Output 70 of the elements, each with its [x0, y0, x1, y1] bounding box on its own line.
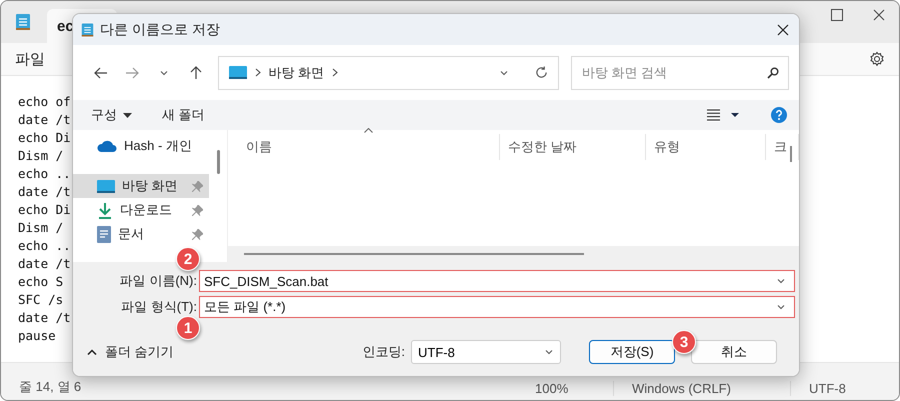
file-type-dropdown[interactable]: 모든 파일 (*.*) — [199, 296, 795, 318]
code-line: date /t — [18, 183, 71, 201]
forward-arrow-icon[interactable] — [125, 66, 140, 78]
code-line: echo of — [18, 93, 71, 111]
code-line: pause — [18, 327, 56, 345]
nav-item[interactable]: 바탕 화면 — [73, 174, 210, 198]
back-arrow-icon[interactable] — [94, 66, 108, 78]
notepad-icon — [15, 13, 31, 31]
field-label: 파일 이름(N): — [118, 272, 198, 290]
code-line: SFC /s — [18, 291, 64, 309]
file-name-field[interactable]: SFC_DISM_Scan.bat — [199, 270, 795, 292]
nav-item[interactable]: 문서 — [73, 222, 210, 246]
scrollbar-thumb[interactable] — [216, 150, 220, 174]
code-line: date /t — [18, 255, 71, 273]
download-icon — [97, 202, 113, 218]
close-icon[interactable] — [873, 9, 885, 21]
search-icon[interactable] — [767, 66, 779, 78]
breadcrumb[interactable]: 바탕 화면 — [268, 64, 324, 82]
encoding-label: 인코딩: — [362, 343, 405, 361]
dropdown-icon — [776, 302, 786, 312]
hide-folders-button[interactable]: 폴더 숨기기 — [87, 343, 174, 361]
status-text: Windows (CRLF) — [613, 381, 791, 396]
code-line: echo .. — [18, 165, 71, 183]
code-line: Dism / — [18, 219, 64, 237]
status-text: UTF-8 — [808, 381, 847, 396]
scrollbar-thumb[interactable] — [244, 253, 584, 255]
code-line: date /t — [18, 309, 71, 327]
column-header[interactable]: 이름 — [228, 134, 500, 160]
view-options-icon[interactable] — [707, 109, 741, 121]
chevron-icon — [332, 68, 338, 77]
code-line: echo .. — [18, 237, 71, 255]
column-header[interactable]: 수정한 날짜 — [500, 134, 646, 160]
maximize-icon[interactable] — [831, 9, 843, 21]
chevron-up-icon — [87, 349, 97, 355]
refresh-icon[interactable] — [535, 66, 548, 79]
code-line: Dism / — [18, 147, 64, 165]
settings-icon[interactable] — [869, 51, 885, 67]
cloud-icon — [97, 140, 117, 152]
code-line: echo Di — [18, 201, 71, 219]
new-folder-button[interactable]: 새 폴더 — [162, 106, 205, 124]
close-icon[interactable] — [777, 24, 789, 36]
encoding-dropdown[interactable]: UTF-8 — [411, 340, 561, 364]
address-bar[interactable]: 바탕 화면 — [218, 56, 559, 90]
document-icon — [97, 226, 111, 242]
sort-caret-icon[interactable] — [364, 128, 373, 133]
status-text: 줄 14, 열 6 — [18, 378, 82, 396]
scrollbar-thumb[interactable] — [790, 146, 792, 162]
chevron-icon — [254, 68, 261, 77]
code-line: echo S — [18, 273, 64, 291]
dropdown-icon — [544, 347, 554, 357]
nav-item[interactable]: 다운로드 — [73, 198, 210, 222]
dropdown-icon — [776, 276, 786, 286]
dialog-title: 다른 이름으로 저장 — [100, 20, 220, 38]
help-icon[interactable] — [771, 107, 787, 123]
cancel-button[interactable]: 취소 — [691, 340, 777, 364]
search-field[interactable]: 바탕 화면 검색 — [571, 56, 789, 90]
code-line: date /t — [18, 111, 71, 129]
field-label: 파일 형식(T): — [120, 298, 198, 316]
caret-icon — [123, 112, 132, 118]
save-button[interactable]: 저장(S) — [589, 340, 675, 364]
desktop-icon — [97, 180, 115, 192]
column-header[interactable]: 유형 — [646, 134, 766, 160]
desktop-icon — [228, 66, 247, 79]
notepad-icon — [81, 22, 94, 38]
organize-menu[interactable]: 구성 — [91, 106, 132, 124]
menu-item[interactable]: 파일 — [15, 50, 45, 68]
status-text: 100% — [534, 381, 570, 396]
code-line: echo Di — [18, 129, 71, 147]
nav-item[interactable]: Hash - 개인 — [73, 134, 210, 158]
up-arrow-icon[interactable] — [190, 66, 202, 80]
